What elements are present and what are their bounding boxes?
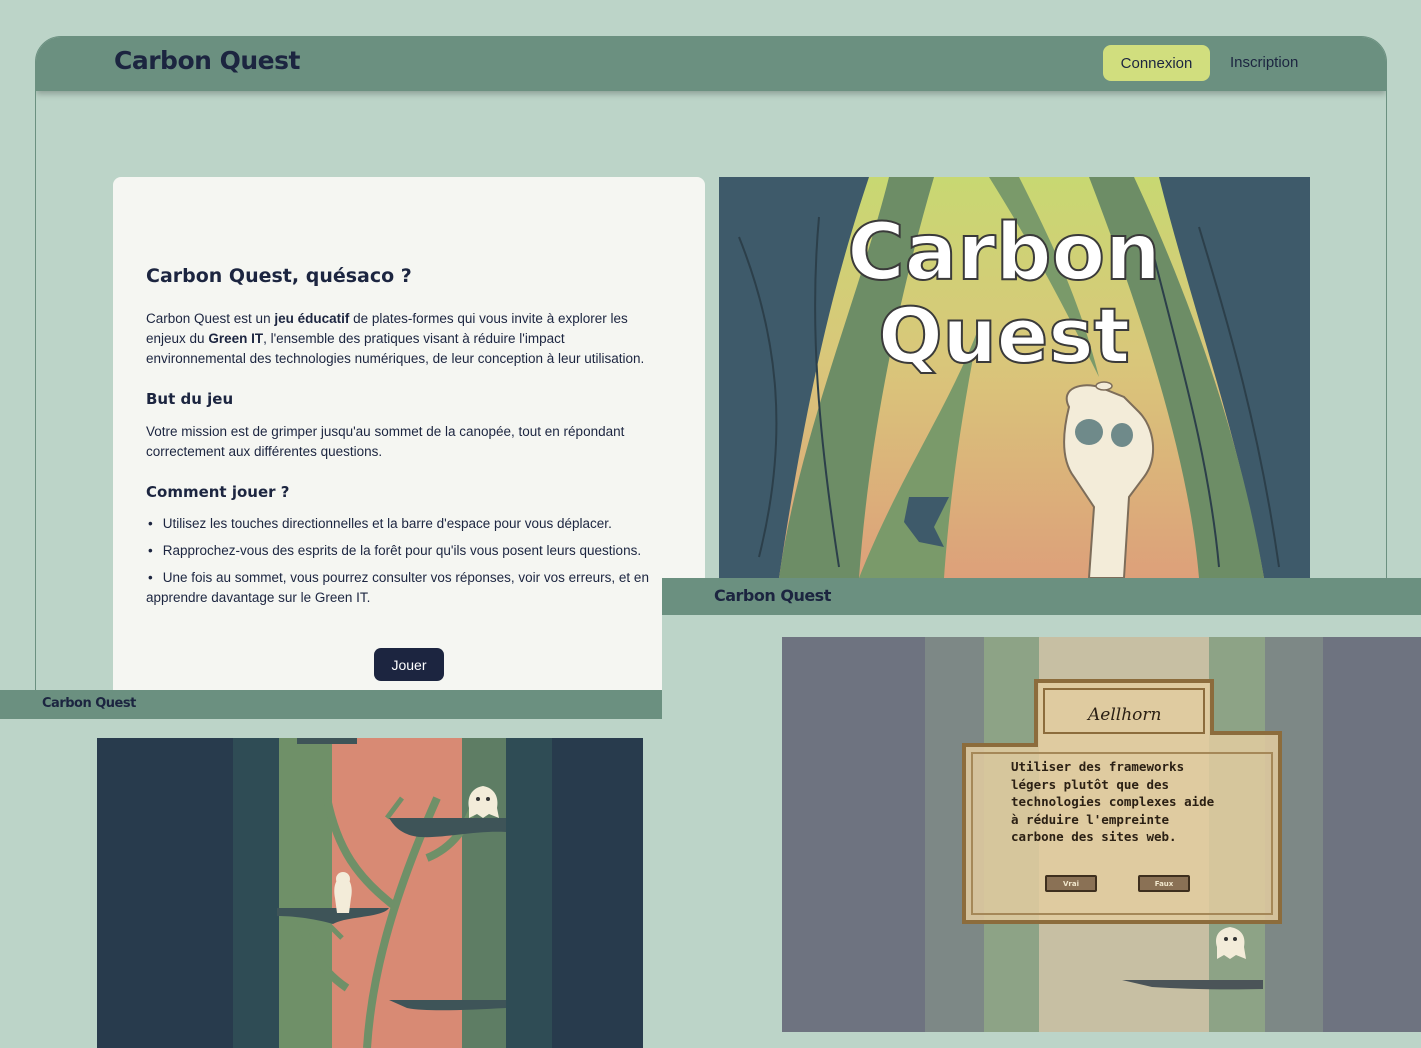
false-answer-button[interactable]: Faux xyxy=(1138,875,1190,892)
screenshot-logo: Carbon Quest xyxy=(714,586,831,605)
game-scene-platforms xyxy=(97,738,643,1048)
screenshot-logo: Carbon Quest xyxy=(42,696,136,711)
dialog-question-text: Utiliser des frameworks légers plutôt qu… xyxy=(1011,759,1215,844)
intro-bold-1: jeu éducatif xyxy=(274,311,350,326)
goal-paragraph: Votre mission est de grimper jusqu'au so… xyxy=(146,424,625,459)
site-header: Carbon Quest Connexion Inscription xyxy=(36,37,1386,91)
site-logo[interactable]: Carbon Quest xyxy=(114,46,300,75)
screenshot-header: Carbon Quest xyxy=(662,578,1421,615)
dialog-speaker-name: Aellhorn xyxy=(1088,705,1162,725)
intro-bold-2: Green IT xyxy=(208,331,264,346)
key-art-title-line2: Quest xyxy=(878,291,1130,380)
gameplay-screenshot-question: Carbon Quest Aellhorn Utiliser des frame… xyxy=(662,578,1421,1048)
list-item: Une fois au sommet, vous pourrez consult… xyxy=(146,568,666,608)
key-art-image: Carbon Quest xyxy=(719,177,1310,578)
list-item: Utilisez les touches directionnelles et … xyxy=(146,514,666,534)
play-button[interactable]: Jouer xyxy=(374,648,444,681)
intro-text-1: Carbon Quest est un xyxy=(146,311,275,326)
game-scene-illustration xyxy=(97,738,643,1048)
key-art-title-line1: Carbon xyxy=(847,208,1160,298)
intro-paragraph: Carbon Quest est un jeu éducatif de plat… xyxy=(146,309,666,369)
goal-title: But du jeu xyxy=(146,390,234,408)
login-button[interactable]: Connexion xyxy=(1103,45,1210,81)
true-answer-button[interactable]: Vrai xyxy=(1045,875,1097,892)
card-title: Carbon Quest, quésaco ? xyxy=(146,265,412,287)
howto-list: Utilisez les touches directionnelles et … xyxy=(146,514,666,615)
signup-link[interactable]: Inscription xyxy=(1230,54,1298,71)
gameplay-screenshot-platforms: Carbon Quest xyxy=(0,690,662,1048)
list-item: Rapprochez-vous des esprits de la forêt … xyxy=(146,541,666,561)
key-art-illustration: Carbon Quest xyxy=(719,177,1310,578)
info-card: Carbon Quest, quésaco ? Carbon Quest est… xyxy=(113,177,705,737)
howto-title: Comment jouer ? xyxy=(146,483,290,501)
game-scene-question: Aellhorn Utiliser des frameworks légers … xyxy=(782,637,1421,1032)
screenshot-header: Carbon Quest xyxy=(0,690,662,719)
